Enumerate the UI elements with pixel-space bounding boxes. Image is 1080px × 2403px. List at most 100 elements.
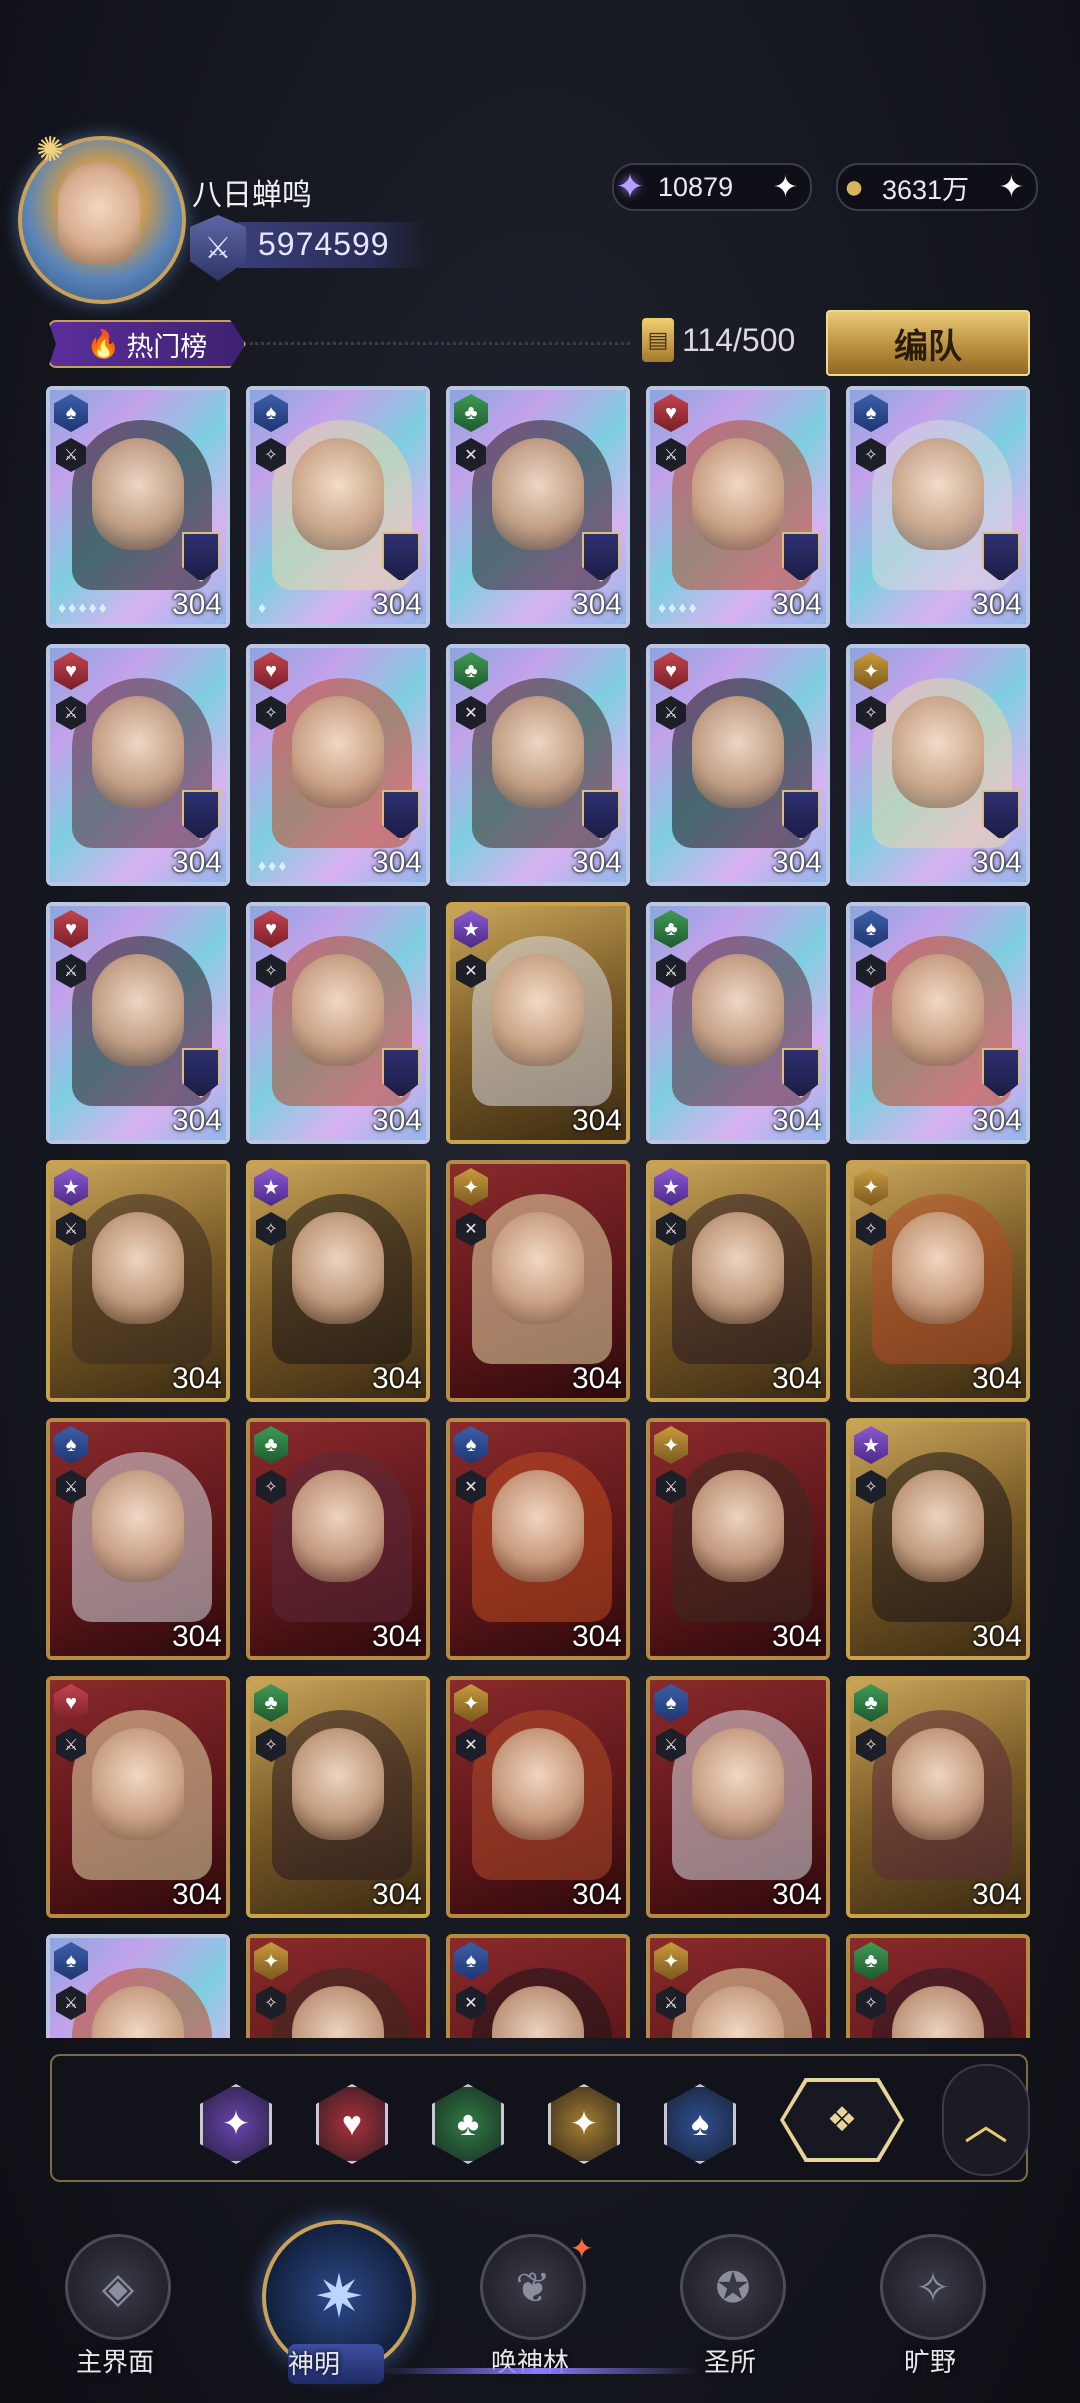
god-card[interactable]: ♥ ⚔ 304 xyxy=(46,1676,230,1918)
card-character-face xyxy=(492,696,584,808)
filter-club-icon[interactable]: ♣ xyxy=(432,2084,504,2164)
nav-sanctuary[interactable]: ✪ 圣所 xyxy=(655,2224,805,2377)
team-formation-button[interactable]: 编队 xyxy=(826,310,1030,376)
god-card[interactable]: ♣ ✕ 304 xyxy=(446,386,630,628)
card-character-face xyxy=(92,1728,184,1840)
filter-heart-icon[interactable]: ♥ xyxy=(316,2084,388,2164)
card-character-face xyxy=(692,954,784,1066)
home-emblem-icon: ◈ xyxy=(65,2234,171,2340)
god-card[interactable]: ♣ ✧ 304 xyxy=(246,1676,430,1918)
add-gold-icon[interactable]: ✦ xyxy=(999,170,1024,205)
nav-main[interactable]: ◈ 主界面 xyxy=(40,2224,190,2377)
god-card[interactable]: ♣ ✕ 304 xyxy=(446,644,630,886)
god-card[interactable]: ♠ ✕ 304 xyxy=(446,1418,630,1660)
card-character-face xyxy=(892,1728,984,1840)
card-character-face xyxy=(892,1212,984,1324)
filter-spade-icon[interactable]: ♠ xyxy=(664,2084,736,2164)
god-card[interactable]: ♠ ⚔ 304 ♦♦♦♦♦ xyxy=(46,386,230,628)
flame-icon: 🔥 xyxy=(86,329,121,359)
nav-wild[interactable]: ✧ 旷野 xyxy=(855,2224,1005,2377)
god-card[interactable]: ♠ ✧ 304 xyxy=(846,902,1030,1144)
nav-glow xyxy=(380,2368,700,2374)
card-level: 304 xyxy=(371,1362,422,1395)
god-card[interactable]: ♣ ✧ 304 xyxy=(246,1418,430,1660)
god-card[interactable]: ♠ ✧ 304 ♦ xyxy=(246,386,430,628)
god-card[interactable]: ♥ ⚔ 304 xyxy=(646,644,830,886)
god-card[interactable]: ♣ ⚔ 304 xyxy=(646,902,830,1144)
god-card[interactable]: ♠ ⚔ 304 xyxy=(46,1418,230,1660)
card-character-face xyxy=(492,1728,584,1840)
card-grid[interactable]: ♠ ⚔ 304 ♦♦♦♦♦ ♠ ✧ 304 ♦ ♣ ✕ 304 ♥ ⚔ 304 ♦♦♦♦ ♠ ✧ 304 ♥ ⚔ 304… xyxy=(46,386,1034,2038)
card-level: 304 xyxy=(771,1362,822,1395)
card-character-face xyxy=(692,1470,784,1582)
card-level: 304 xyxy=(571,1362,622,1395)
god-card[interactable]: ♥ ⚔ 304 xyxy=(46,902,230,1144)
god-card[interactable]: ♠ ⚔ xyxy=(46,1934,230,2038)
god-card[interactable]: ♠ ⚔ 304 xyxy=(646,1676,830,1918)
card-level: 304 xyxy=(371,1104,422,1137)
card-character-face xyxy=(492,1212,584,1324)
god-card[interactable]: ✦ ✧ 304 xyxy=(846,644,1030,886)
card-awaken-stars: ♦ xyxy=(258,600,269,617)
card-character-face xyxy=(92,954,184,1066)
god-card[interactable]: ♣ ✧ xyxy=(846,1934,1030,2038)
card-level: 304 xyxy=(571,1620,622,1653)
card-character-face xyxy=(692,438,784,550)
player-avatar[interactable]: ✺ xyxy=(10,130,190,304)
god-card[interactable]: ♥ ⚔ 304 xyxy=(46,644,230,886)
card-character-face xyxy=(92,438,184,550)
nav-wild-label: 旷野 xyxy=(903,2347,956,2377)
add-crystal-icon[interactable]: ✦ xyxy=(773,170,798,205)
hot-leaderboard-button[interactable]: 🔥 热门榜 xyxy=(48,320,246,368)
card-level: 304 xyxy=(371,1878,422,1911)
god-card[interactable]: ★ ⚔ 304 xyxy=(646,1160,830,1402)
card-character-face xyxy=(892,954,984,1066)
god-card[interactable]: ♠ ✕ xyxy=(446,1934,630,2038)
god-card[interactable]: ✦ ⚔ 304 xyxy=(646,1418,830,1660)
hot-leaderboard-label: 热门榜 xyxy=(126,331,208,362)
card-character-face xyxy=(92,1212,184,1324)
card-character-face xyxy=(892,696,984,808)
filter-star-icon[interactable]: ✦ xyxy=(200,2084,272,2164)
god-card[interactable]: ★ ⚔ 304 xyxy=(46,1160,230,1402)
card-level: 304 xyxy=(371,846,422,879)
card-level: 304 xyxy=(771,588,822,621)
crystal-icon: ✦ xyxy=(615,168,645,206)
filter-diamond-icon[interactable]: ✦ xyxy=(548,2084,620,2164)
crystal-currency[interactable]: ✦ 10879 ✦ xyxy=(612,163,812,211)
card-capacity: 114/500 xyxy=(682,322,796,358)
god-card[interactable]: ✦ ✧ xyxy=(246,1934,430,2038)
collapse-up-icon[interactable]: ︿ xyxy=(942,2064,1030,2176)
card-character-face xyxy=(292,1728,384,1840)
god-card[interactable]: ✦ ✕ 304 xyxy=(446,1676,630,1918)
god-card[interactable]: ✦ ✕ 304 xyxy=(446,1160,630,1402)
card-level: 304 xyxy=(171,588,222,621)
card-character-face xyxy=(492,954,584,1066)
gold-coin-icon: ● xyxy=(843,167,865,206)
card-level: 304 xyxy=(171,1104,222,1137)
notification-badge-icon: ✦ xyxy=(570,2233,594,2264)
card-level: 304 xyxy=(771,1104,822,1137)
god-card[interactable]: ✦ ✧ 304 xyxy=(846,1160,1030,1402)
god-card[interactable]: ★ ✧ 304 xyxy=(246,1160,430,1402)
god-card[interactable]: ✦ ⚔ xyxy=(646,1934,830,2038)
filter-all-button[interactable]: ❖ xyxy=(780,2078,904,2162)
god-card[interactable]: ♥ ✧ 304 xyxy=(246,902,430,1144)
gold-currency[interactable]: ● 3631万 ✦ xyxy=(836,163,1038,211)
card-level: 304 xyxy=(171,1620,222,1653)
god-card[interactable]: ♥ ⚔ 304 ♦♦♦♦ xyxy=(646,386,830,628)
card-level: 304 xyxy=(971,1104,1022,1137)
god-card[interactable]: ★ ✧ 304 xyxy=(846,1418,1030,1660)
card-character-face xyxy=(692,1728,784,1840)
rank-emblem-icon: ⚔ xyxy=(190,215,246,281)
card-level: 304 xyxy=(571,846,622,879)
card-character-face xyxy=(892,1470,984,1582)
god-card[interactable]: ♥ ✧ 304 ♦♦♦ xyxy=(246,644,430,886)
god-card[interactable]: ♣ ✧ 304 xyxy=(846,1676,1030,1918)
god-card[interactable]: ♠ ✧ 304 xyxy=(846,386,1030,628)
god-card[interactable]: ★ ✕ 304 xyxy=(446,902,630,1144)
power-value: 5974599 xyxy=(258,226,390,262)
card-level: 304 xyxy=(971,1878,1022,1911)
card-character-face xyxy=(492,1470,584,1582)
card-level: 304 xyxy=(371,588,422,621)
